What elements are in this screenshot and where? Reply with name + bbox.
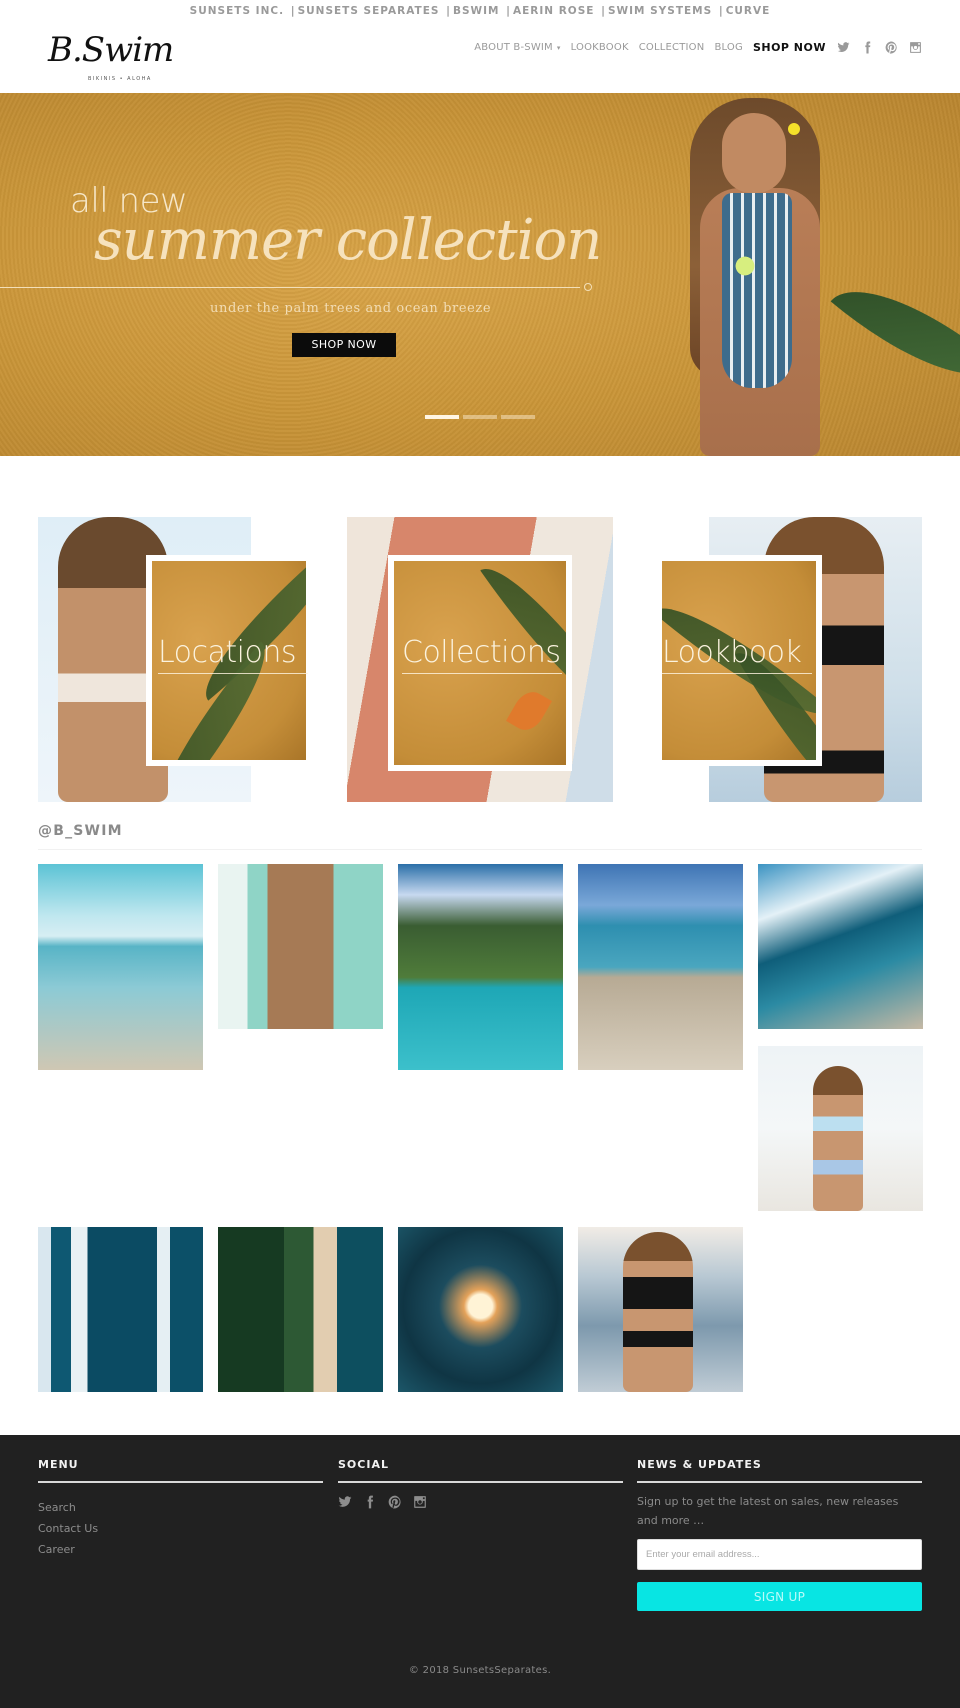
hero-divider-ring (584, 283, 592, 291)
site-footer: MENU Search Contact Us Career SOCIAL NEW… (0, 1435, 960, 1708)
brand-link-bswim[interactable]: BSWIM (453, 5, 500, 17)
twitter-icon[interactable] (338, 1495, 353, 1510)
footer-link-career[interactable]: Career (38, 1543, 75, 1556)
hero-line2: summer collection (94, 208, 602, 273)
logo-wordmark: B.Swim (48, 30, 174, 70)
slide-dot-1[interactable] (425, 415, 459, 419)
instagram-tile[interactable] (578, 1227, 743, 1392)
chevron-down-icon: ▾ (556, 43, 561, 52)
tile-image (218, 1227, 383, 1392)
instagram-tile[interactable] (758, 1046, 923, 1211)
footer-divider (38, 1481, 323, 1483)
twitter-icon[interactable] (836, 40, 850, 54)
footer-news-title: NEWS & UPDATES (637, 1458, 762, 1471)
brand-separator: | (506, 5, 511, 17)
hero-shop-now-button[interactable]: SHOP NOW (292, 333, 396, 357)
hero-model-image (660, 93, 960, 456)
instagram-tile[interactable] (398, 1227, 563, 1392)
tile-image (578, 864, 743, 1070)
instagram-icon[interactable] (413, 1495, 428, 1510)
model-figure (813, 1066, 863, 1211)
category-collections[interactable]: Collections (347, 517, 613, 802)
category-lookbook[interactable]: Lookbook (656, 517, 922, 802)
facebook-icon[interactable] (363, 1495, 378, 1510)
brand-link-aerin-rose[interactable]: AERIN ROSE (513, 5, 594, 17)
footer-divider (637, 1481, 922, 1483)
brand-link-sunsets-separates[interactable]: SUNSETS SEPARATES (298, 5, 440, 17)
copyright: © 2018 SunsetsSeparates. (408, 1665, 552, 1676)
brand-link-sunsets-inc[interactable]: SUNSETS INC. (190, 5, 284, 17)
instagram-tile[interactable] (38, 864, 203, 1070)
brand-separator: | (601, 5, 606, 17)
footer-link-search[interactable]: Search (38, 1501, 76, 1514)
category-underline (158, 673, 308, 674)
category-underline (402, 673, 562, 674)
flower (788, 123, 800, 135)
palm-leaf (830, 255, 960, 411)
instagram-handle[interactable]: @B_SWIM (38, 823, 123, 839)
footer-link-contact-us[interactable]: Contact Us (38, 1522, 98, 1535)
tile-image (758, 864, 923, 1029)
model-figure (623, 1232, 693, 1392)
sign-up-button[interactable]: SIGN UP (637, 1582, 922, 1611)
brand-separator: | (718, 5, 724, 17)
newsletter-description: Sign up to get the latest on sales, new … (637, 1495, 899, 1527)
nav-blog[interactable]: BLOG (714, 42, 743, 53)
nav-about[interactable]: ABOUT B-SWIM ▾ (474, 42, 560, 53)
main-nav: ABOUT B-SWIM ▾ LOOKBOOK COLLECTION BLOG S… (474, 40, 922, 54)
brand-bar: SUNSETS INC. | SUNSETS SEPARATES | BSWIM |… (0, 0, 960, 22)
swimsuit (722, 193, 792, 388)
category-underline (662, 673, 812, 674)
email-field[interactable] (637, 1539, 922, 1570)
tile-image (398, 1227, 563, 1392)
category-label[interactable]: Lookbook (662, 635, 802, 670)
footer-divider (338, 1481, 623, 1483)
brand-link-swim-systems[interactable]: SWIM SYSTEMS (608, 5, 712, 17)
logo[interactable]: B.Swim BIKINIS • ALOHA (48, 28, 178, 84)
nav-shop-now[interactable]: SHOP NOW (753, 41, 826, 54)
tile-image (578, 1227, 743, 1392)
tile-image (38, 864, 203, 1070)
site-header: B.Swim BIKINIS • ALOHA ABOUT B-SWIM ▾ LOO… (0, 22, 960, 93)
instagram-tile[interactable] (758, 864, 923, 1029)
instagram-tile[interactable] (218, 1227, 383, 1392)
bird-of-paradise-flower (506, 686, 552, 736)
tile-image (398, 864, 563, 1070)
logo-tagline: BIKINIS • ALOHA (88, 76, 152, 82)
instagram-tile[interactable] (578, 864, 743, 1070)
instagram-tile[interactable] (38, 1227, 203, 1392)
instagram-divider (38, 849, 922, 850)
category-locations[interactable]: Locations (38, 517, 312, 802)
slider-pagination (425, 415, 535, 419)
nav-collection[interactable]: COLLECTION (639, 42, 705, 53)
slide-dot-3[interactable] (501, 415, 535, 419)
instagram-tile[interactable] (398, 864, 563, 1070)
brand-separator: | (290, 5, 296, 17)
category-label[interactable]: Collections (402, 635, 561, 670)
facebook-icon[interactable] (860, 40, 874, 54)
footer-menu-title: MENU (38, 1458, 79, 1471)
nav-lookbook[interactable]: LOOKBOOK (571, 42, 629, 53)
tile-image (758, 1046, 923, 1211)
slide-dot-2[interactable] (463, 415, 497, 419)
footer-social-icons (338, 1495, 428, 1510)
nav-about-label: ABOUT B-SWIM (474, 41, 553, 53)
footer-social-title: SOCIAL (338, 1458, 389, 1471)
instagram-icon[interactable] (908, 40, 922, 54)
brand-separator: | (446, 5, 451, 17)
category-label[interactable]: Locations (158, 635, 297, 670)
tile-image (218, 864, 383, 1029)
hero-subtitle: under the palm trees and ocean breeze (210, 301, 492, 316)
pinterest-icon[interactable] (884, 40, 898, 54)
instagram-tile[interactable] (218, 864, 383, 1029)
hero-banner: all new summer collection under the palm… (0, 93, 960, 456)
hero-divider (0, 287, 580, 288)
pinterest-icon[interactable] (388, 1495, 403, 1510)
brand-link-curve[interactable]: CURVE (726, 5, 771, 17)
tile-image (38, 1227, 203, 1392)
model-face (722, 113, 786, 193)
